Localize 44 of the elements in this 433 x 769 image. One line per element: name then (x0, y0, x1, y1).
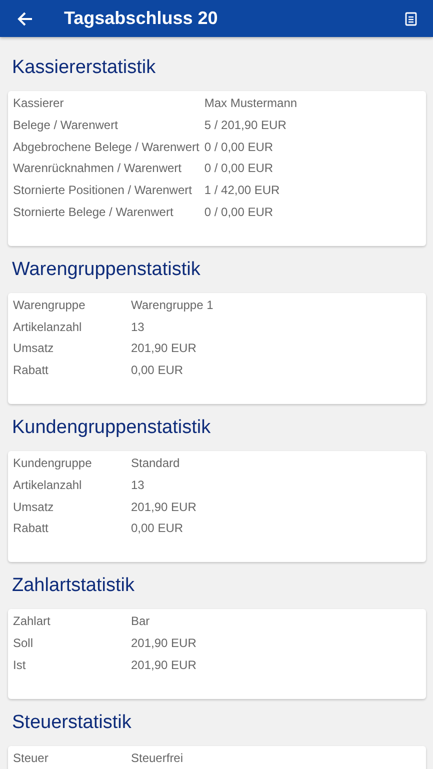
row-value: 5 / 201,90 EUR (204, 116, 288, 134)
back-arrow-icon[interactable] (17, 10, 33, 26)
row-value: Steuerfrei (131, 750, 184, 767)
row-label: Steuer (13, 750, 50, 767)
row-label: Stornierte Positionen / Warenwert (13, 182, 193, 200)
row-label: Umsatz (13, 498, 55, 516)
row-value: 0 / 0,00 EUR (204, 204, 274, 221)
row-label: Rabatt (13, 520, 50, 538)
row-label: Zahlart (13, 613, 52, 630)
row-value: 0 / 0,00 EUR (204, 138, 274, 156)
row-value: Warengruppe 1 (131, 296, 214, 314)
row-label: Rabatt (13, 362, 50, 380)
row-value: 1 / 42,00 EUR (204, 182, 281, 200)
row-value: 201,90 EUR (131, 656, 198, 674)
receipt-icon[interactable] (405, 12, 417, 26)
row-value: 0 / 0,00 EUR (204, 160, 274, 178)
row-value: Bar (131, 613, 151, 630)
row-value: 13 (131, 476, 146, 494)
section-heading: Warengruppenstatistik (12, 258, 202, 282)
section-heading: Zahlartstatistik (12, 574, 136, 598)
row-label: Artikelanzahl (13, 318, 83, 336)
row-label: Abgebrochene Belege / Warenwert (13, 138, 200, 156)
row-label: Belege / Warenwert (13, 116, 119, 134)
row-label: Soll (13, 634, 34, 652)
row-value: 201,90 EUR (131, 498, 198, 516)
row-label: Warengruppe (13, 296, 86, 314)
row-label: Artikelanzahl (13, 476, 83, 494)
row-label: Warenrücknahmen / Warenwert (13, 160, 183, 178)
row-label: Kundengruppe (13, 454, 93, 472)
row-value: Standard (131, 454, 181, 472)
row-value: 201,90 EUR (131, 340, 198, 358)
section-heading: Kundengruppenstatistik (12, 416, 212, 440)
section-heading: Kassiererstatistik (12, 56, 157, 80)
screen-title: Tagsabschluss 20 (64, 8, 219, 29)
row-value: 13 (131, 318, 146, 336)
row-value: 0,00 EUR (131, 520, 184, 538)
row-label: Kassierer (13, 95, 65, 112)
row-label: Umsatz (13, 340, 55, 358)
row-label: Ist (13, 656, 27, 674)
section-heading: Steuerstatistik (12, 710, 132, 735)
row-value: 201,90 EUR (131, 634, 198, 652)
row-value: 0,00 EUR (131, 362, 184, 380)
row-label: Stornierte Belege / Warenwert (13, 204, 174, 221)
row-value: Max Mustermann (204, 95, 298, 112)
